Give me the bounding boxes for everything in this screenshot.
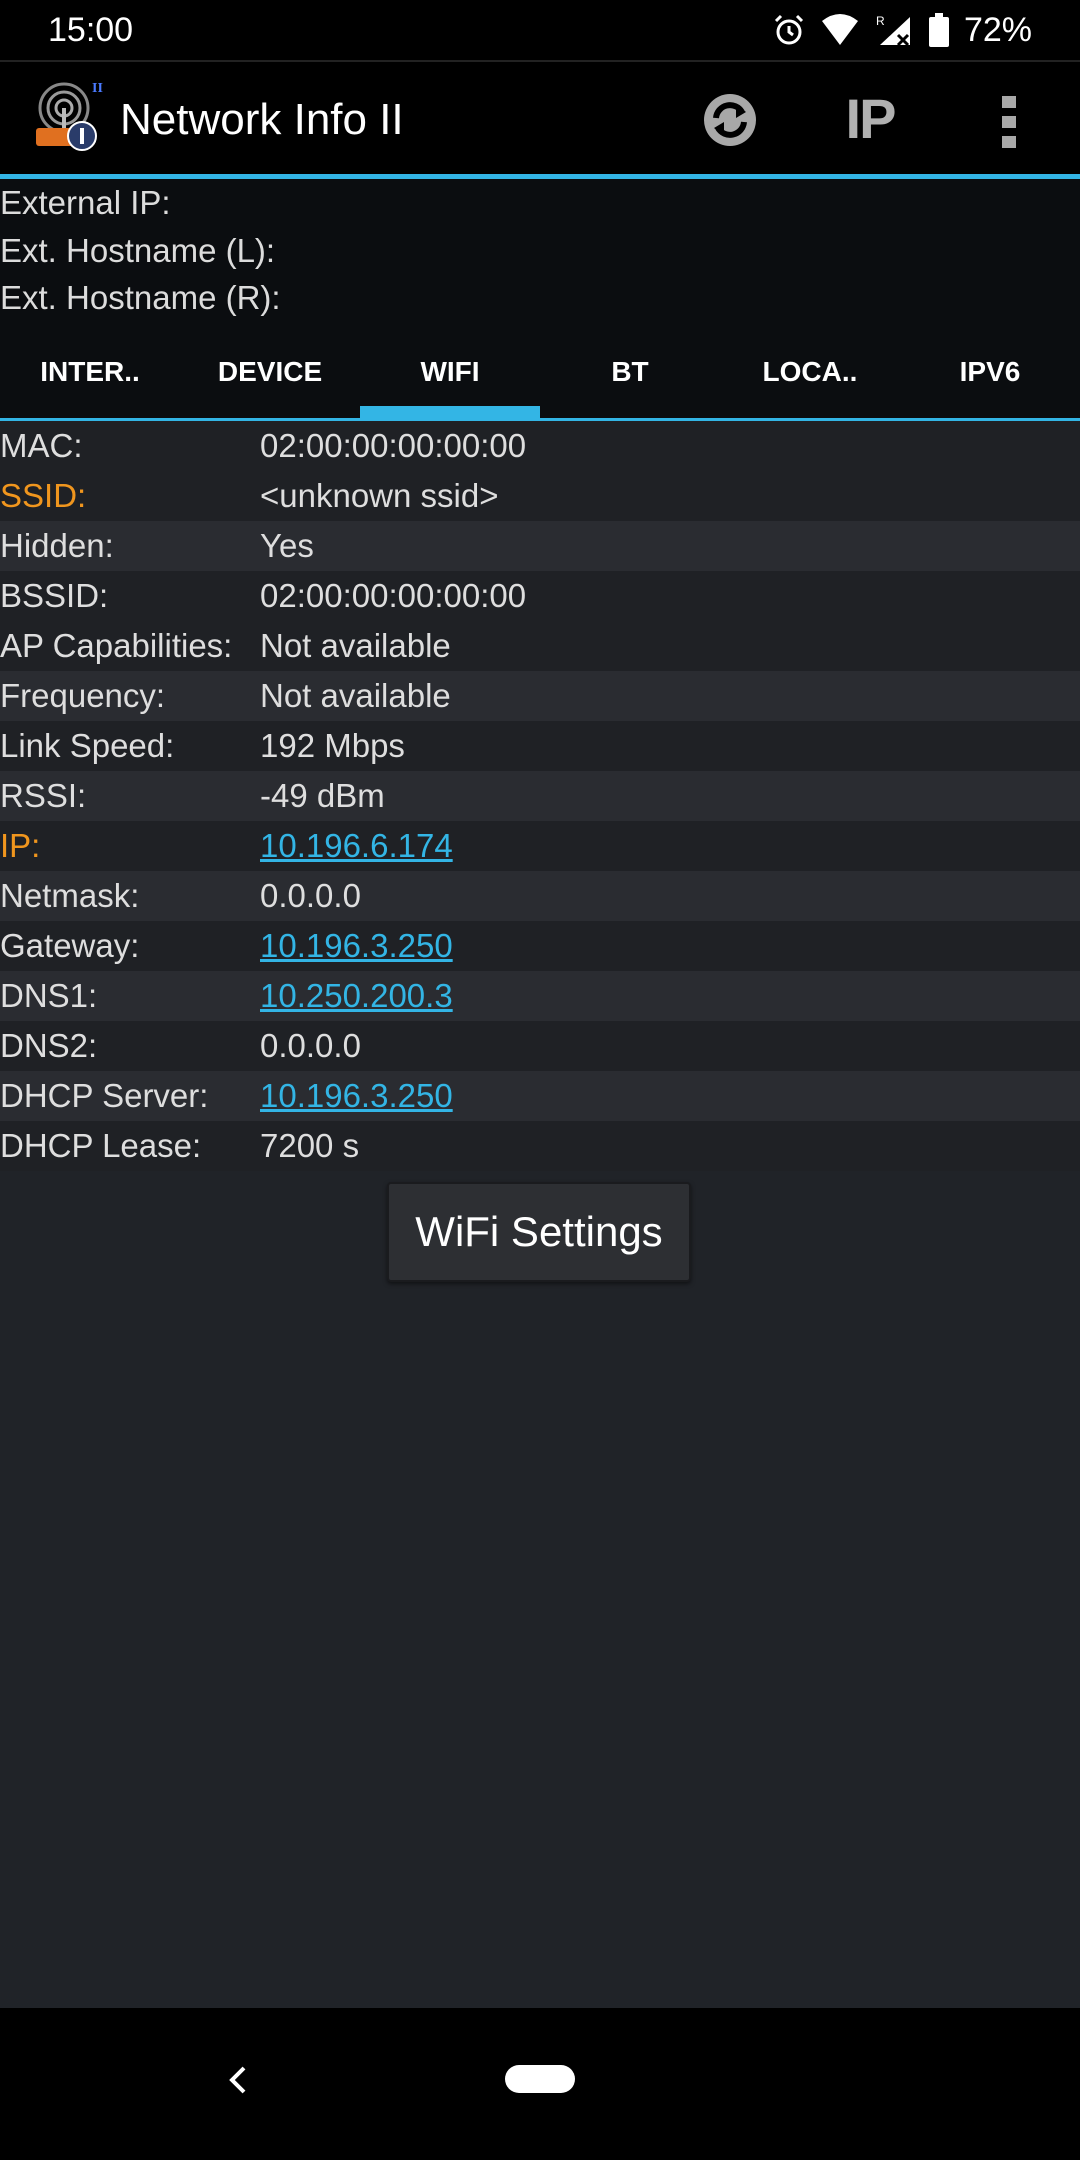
status-bar: 15:00 R 72%: [0, 0, 1080, 60]
wifi-info-list: MAC: 02:00:00:00:00:00 SSID: <unknown ss…: [0, 421, 1080, 1171]
ip-address-link[interactable]: 10.196.6.174: [260, 825, 453, 867]
info-label: IP:: [0, 827, 41, 864]
dns1-link[interactable]: 10.250.200.3: [260, 975, 453, 1017]
info-row-bssid: BSSID: 02:00:00:00:00:00: [0, 571, 1080, 621]
info-row-mac: MAC: 02:00:00:00:00:00: [0, 421, 1080, 471]
refresh-icon[interactable]: [700, 90, 760, 150]
tab-interfaces[interactable]: INTER..: [0, 340, 180, 420]
info-value: 02:00:00:00:00:00: [260, 577, 527, 614]
info-row-dns2: DNS2: 0.0.0.0: [0, 1021, 1080, 1071]
action-bar: II Network Info II IP: [0, 60, 1080, 176]
status-time: 15:00: [48, 11, 134, 49]
battery-icon: [928, 13, 949, 47]
info-label: Frequency:: [0, 677, 166, 714]
ext-hostname-remote-label: Ext. Hostname (R):: [0, 279, 281, 316]
overflow-menu-icon[interactable]: [998, 92, 1022, 152]
info-label: Gateway:: [0, 927, 140, 964]
roaming-mark: R: [876, 14, 885, 28]
info-label: AP Capabilities:: [0, 627, 233, 664]
info-value: 02:00:00:00:00:00: [260, 427, 527, 464]
info-value: Not available: [260, 677, 451, 714]
alarm-icon: [774, 14, 803, 45]
gateway-link[interactable]: 10.196.3.250: [260, 925, 453, 967]
app-logo-icon[interactable]: II: [34, 78, 108, 154]
tab-ipv6[interactable]: IPV6: [900, 340, 1080, 420]
info-label: DHCP Lease:: [0, 1127, 202, 1164]
info-row-ip: IP: 10.196.6.174: [0, 821, 1080, 871]
info-row-ssid: SSID: <unknown ssid>: [0, 471, 1080, 521]
info-value: 7200 s: [260, 1127, 360, 1164]
info-label: DNS2:: [0, 1027, 98, 1064]
info-row-dhcp-server: DHCP Server: 10.196.3.250: [0, 1071, 1080, 1121]
app-title: Network Info II: [120, 95, 404, 144]
status-icons: R 72%: [772, 8, 1032, 52]
ip-button[interactable]: IP: [845, 86, 897, 152]
ext-hostname-local-label: Ext. Hostname (L):: [0, 232, 276, 269]
info-label: SSID:: [0, 477, 87, 514]
info-label: MAC:: [0, 427, 83, 464]
info-row-hidden: Hidden: Yes: [0, 521, 1080, 571]
info-value: 0.0.0.0: [260, 877, 361, 914]
info-value: Yes: [260, 527, 314, 564]
info-row-link-speed: Link Speed: 192 Mbps: [0, 721, 1080, 771]
tab-device[interactable]: DEVICE: [180, 340, 360, 420]
info-row-gateway: Gateway: 10.196.3.250: [0, 921, 1080, 971]
wifi-settings-button[interactable]: WiFi Settings: [387, 1182, 691, 1282]
info-row-rssi: RSSI: -49 dBm: [0, 771, 1080, 821]
info-label: DHCP Server:: [0, 1077, 209, 1114]
back-icon[interactable]: [222, 2054, 252, 2106]
tab-bt[interactable]: BT: [540, 340, 720, 420]
info-row-frequency: Frequency: Not available: [0, 671, 1080, 721]
tab-bar: INTER.. DEVICE WIFI BT LOCA.. IPV6: [0, 340, 1080, 420]
battery-percent: 72%: [963, 11, 1032, 49]
cell-signal-roaming-icon: R: [876, 14, 910, 47]
info-value: <unknown ssid>: [260, 477, 499, 514]
tab-location[interactable]: LOCA..: [720, 340, 900, 420]
svg-text:II: II: [92, 81, 103, 96]
info-value: -49 dBm: [260, 777, 385, 814]
info-value: 0.0.0.0: [260, 1027, 361, 1064]
info-value: Not available: [260, 627, 451, 664]
dhcp-server-link[interactable]: 10.196.3.250: [260, 1075, 453, 1117]
screen: 15:00 R 72% II Network Info II IP Extern…: [0, 0, 1080, 2160]
home-pill-button[interactable]: [505, 2065, 575, 2093]
info-label: BSSID:: [0, 577, 109, 614]
navigation-bar: [0, 2008, 1080, 2160]
info-label: Hidden:: [0, 527, 114, 564]
info-row-dhcp-lease: DHCP Lease: 7200 s: [0, 1121, 1080, 1171]
wifi-icon: [821, 14, 858, 45]
info-row-dns1: DNS1: 10.250.200.3: [0, 971, 1080, 1021]
info-row-netmask: Netmask: 0.0.0.0: [0, 871, 1080, 921]
info-value: 192 Mbps: [260, 727, 405, 764]
info-label: Netmask:: [0, 877, 140, 914]
external-ip-label: External IP:: [0, 184, 171, 221]
info-row-ap-capabilities: AP Capabilities: Not available: [0, 621, 1080, 671]
info-label: RSSI:: [0, 777, 87, 814]
info-label: DNS1:: [0, 977, 98, 1014]
selected-tab-indicator: [360, 406, 540, 418]
info-label: Link Speed:: [0, 727, 175, 764]
